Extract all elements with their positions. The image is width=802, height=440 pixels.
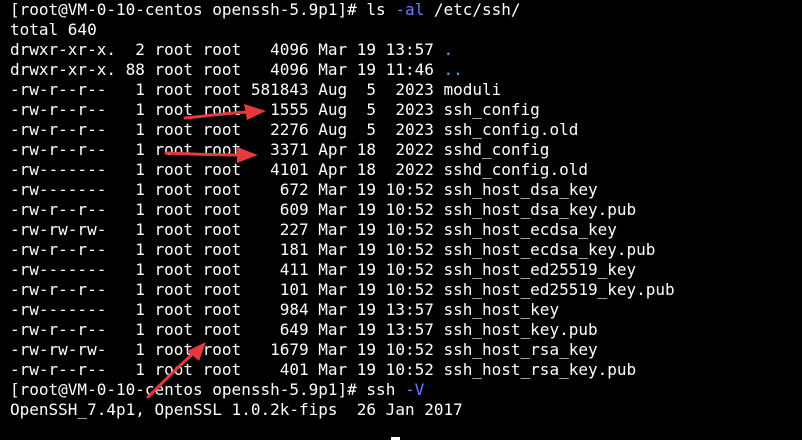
file-entry: -rw-r--r-- 1 root root 181 Mar 19 10:52 …	[10, 240, 656, 259]
file-entry: -rw-rw-rw- 1 root root 227 Mar 19 10:52 …	[10, 220, 617, 239]
file-entry: -rw-r--r-- 1 root root 609 Mar 19 10:52 …	[10, 200, 637, 219]
file-entry: -rw------- 1 root root 984 Mar 19 13:57 …	[10, 300, 560, 319]
file-entry: -rw-r--r-- 1 root root 401 Mar 19 10:52 …	[10, 360, 637, 379]
file-entry: -rw-rw-rw- 1 root root 1679 Mar 19 10:52…	[10, 340, 598, 359]
dir-entry-meta: drwxr-xr-x. 2 root root 4096 Mar 19 13:5…	[10, 40, 444, 59]
file-entry: -rw------- 1 root root 411 Mar 19 10:52 …	[10, 260, 637, 279]
file-entry: -rw-r--r-- 1 root root 2276 Aug 5 2023 s…	[10, 120, 579, 139]
command-line-ls: [root@VM-0-10-centos openssh-5.9p1]# ls …	[10, 0, 800, 20]
file-entry: -rw-r--r-- 1 root root 1555 Aug 5 2023 s…	[10, 100, 540, 119]
input-line[interactable]	[10, 420, 800, 440]
file-entry: -rw-r--r-- 1 root root 581843 Aug 5 2023…	[10, 80, 502, 99]
file-entry: -rw------- 1 root root 672 Mar 19 10:52 …	[10, 180, 598, 199]
version-output-line: OpenSSH_7.4p1, OpenSSL 1.0.2k-fips 26 Ja…	[10, 400, 800, 420]
dir-entry-parent: drwxr-xr-x. 88 root root 4096 Mar 19 11:…	[10, 60, 800, 80]
file-entry: -rw-r--r-- 1 root root 649 Mar 19 13:57 …	[10, 320, 598, 339]
dir-entry-name: ..	[443, 60, 463, 79]
terminal-window[interactable]: [root@VM-0-10-centos openssh-5.9p1]# ls …	[0, 0, 802, 440]
shell-prompt: [root@VM-0-10-centos openssh-5.9p1]#	[10, 380, 367, 399]
shell-prompt: [root@VM-0-10-centos openssh-5.9p1]#	[10, 0, 367, 19]
command-text: ls	[366, 0, 396, 19]
file-entry: -rw-r--r-- 1 root root 101 Mar 19 10:52 …	[10, 280, 675, 299]
total-line: total 640	[10, 20, 97, 39]
command-option: -V	[404, 380, 425, 399]
terminal-output: [root@VM-0-10-centos openssh-5.9p1]# ls …	[10, 0, 800, 440]
command-argument: /etc/ssh/	[424, 0, 521, 19]
command-line-ssh: [root@VM-0-10-centos openssh-5.9p1]# ssh…	[10, 380, 800, 400]
file-entry: -rw------- 1 root root 4101 Apr 18 2022 …	[10, 160, 588, 179]
file-entry: -rw-r--r-- 1 root root 3371 Apr 18 2022 …	[10, 140, 550, 159]
command-text: ssh	[366, 380, 405, 399]
command-option: -al	[395, 0, 425, 19]
version-output: OpenSSH_7.4p1, OpenSSL 1.0.2k-fips 26 Ja…	[10, 400, 463, 419]
dir-entry-meta: drwxr-xr-x. 88 root root 4096 Mar 19 11:…	[10, 60, 444, 79]
dir-entry-current: drwxr-xr-x. 2 root root 4096 Mar 19 13:5…	[10, 40, 800, 60]
dir-entry-name: .	[443, 40, 454, 59]
